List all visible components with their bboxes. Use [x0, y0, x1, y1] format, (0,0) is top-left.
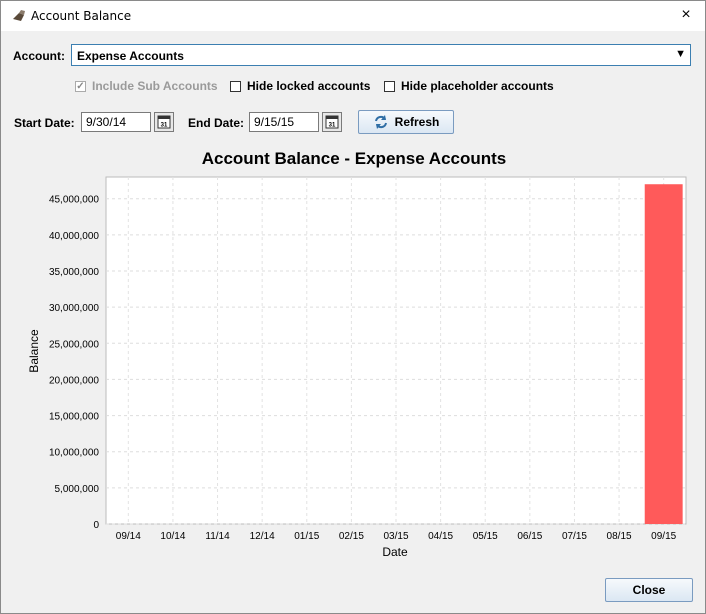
x-tick-label: 03/15: [383, 531, 408, 542]
balance-chart: Account Balance - Expense Accounts 0 5,00…: [27, 149, 687, 559]
close-button[interactable]: Close: [605, 578, 693, 602]
checkbox-checked-icon: ✓: [75, 80, 86, 92]
account-dropdown[interactable]: Expense Accounts ▼: [71, 44, 691, 66]
bars: [644, 184, 683, 524]
checkbox-unchecked-icon: [384, 80, 395, 92]
y-tick-label: 20,000,000: [49, 375, 99, 386]
window-title: Account Balance: [31, 9, 132, 23]
svg-text:31: 31: [329, 123, 336, 129]
account-selected-value: Expense Accounts: [77, 49, 184, 63]
title-bar: Account Balance ×: [1, 1, 705, 31]
refresh-button[interactable]: Refresh: [358, 110, 454, 134]
include-sub-accounts-checkbox[interactable]: ✓ Include Sub Accounts: [75, 79, 218, 93]
end-date-label: End Date:: [188, 116, 245, 130]
x-tick-label: 12/14: [250, 531, 275, 542]
start-date-label: Start Date:: [14, 116, 75, 130]
x-tick-label: 09/15: [651, 531, 676, 542]
x-tick-label: 06/15: [517, 531, 542, 542]
x-tick-label: 01/15: [294, 531, 319, 542]
y-axis-label: Balance: [27, 329, 41, 373]
y-tick-label: 40,000,000: [49, 231, 99, 242]
hide-placeholder-label: Hide placeholder accounts: [401, 79, 554, 93]
calendar-icon: 31: [325, 115, 339, 129]
app-icon: [13, 10, 25, 21]
y-tick-label: 15,000,000: [49, 412, 99, 423]
y-tick-label: 0: [93, 520, 99, 531]
x-tick-label: 05/15: [473, 531, 498, 542]
y-tick-label: 45,000,000: [49, 195, 99, 206]
x-tick-label: 08/15: [607, 531, 632, 542]
svg-text:31: 31: [161, 123, 168, 129]
close-icon[interactable]: ×: [677, 6, 695, 24]
calendar-icon: 31: [157, 115, 171, 129]
chevron-down-icon[interactable]: ▼: [675, 48, 686, 60]
hide-locked-label: Hide locked accounts: [247, 79, 371, 93]
account-balance-window: Account Balance × Account: Expense Accou…: [0, 0, 706, 614]
x-axis-label: Date: [382, 545, 408, 559]
y-tick-label: 5,000,000: [55, 484, 100, 495]
bar: [644, 184, 683, 524]
include-sub-accounts-label: Include Sub Accounts: [92, 79, 218, 93]
start-date-field[interactable]: 9/30/14: [81, 112, 151, 132]
close-label: Close: [632, 583, 666, 597]
end-date-field[interactable]: 9/15/15: [249, 112, 319, 132]
chart-title: Account Balance - Expense Accounts: [202, 149, 507, 168]
end-date-calendar-button[interactable]: 31: [322, 112, 342, 132]
y-axis-ticks: 0 5,000,000 10,000,000 15,000,000 20,000,000…: [49, 195, 100, 531]
y-tick-label: 25,000,000: [49, 339, 99, 350]
x-axis-ticks: 09/14 10/14 11/14 12/14 01/15 02/15 03/15 04/15…: [116, 531, 677, 542]
checkbox-unchecked-icon: [230, 80, 241, 92]
x-tick-label: 07/15: [562, 531, 587, 542]
x-tick-label: 11/14: [205, 531, 230, 542]
hide-locked-checkbox[interactable]: Hide locked accounts: [230, 79, 370, 93]
refresh-icon: [374, 115, 387, 129]
x-tick-label: 09/14: [116, 531, 141, 542]
y-tick-label: 10,000,000: [49, 448, 99, 459]
refresh-label: Refresh: [394, 115, 440, 129]
start-date-calendar-button[interactable]: 31: [154, 112, 174, 132]
x-tick-label: 04/15: [428, 531, 453, 542]
x-tick-label: 10/14: [160, 531, 185, 542]
y-tick-label: 35,000,000: [49, 267, 99, 278]
y-tick-label: 30,000,000: [49, 303, 99, 314]
account-label: Account:: [13, 49, 65, 63]
hide-placeholder-checkbox[interactable]: Hide placeholder accounts: [384, 79, 554, 93]
x-tick-label: 02/15: [339, 531, 364, 542]
